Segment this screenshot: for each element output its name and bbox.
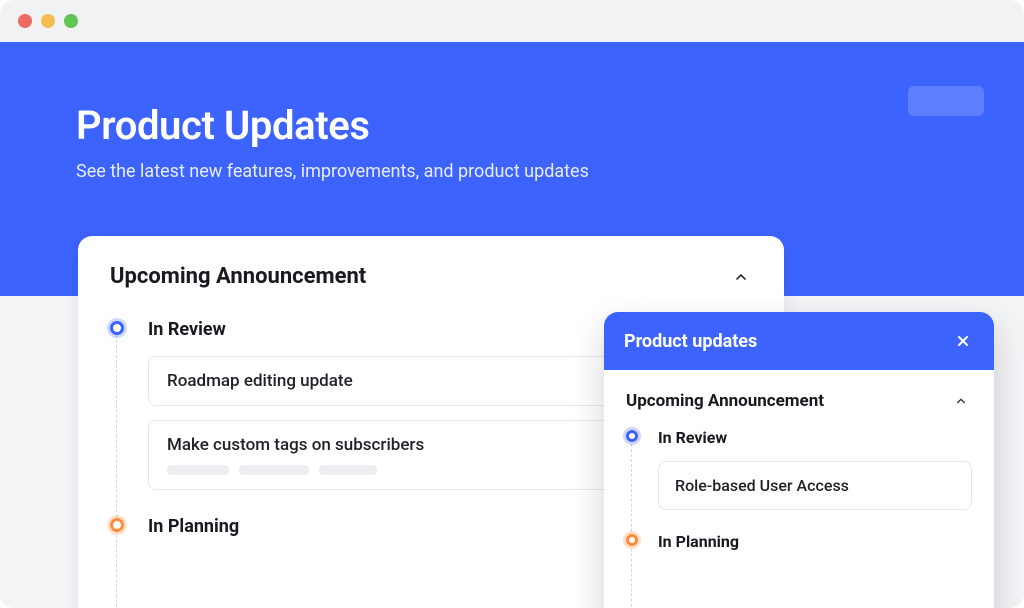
chevron-up-icon[interactable] bbox=[950, 390, 972, 412]
widget-header: Product updates bbox=[604, 312, 994, 370]
hero-action-button[interactable] bbox=[908, 86, 984, 116]
widget-section-title: Upcoming Announcement bbox=[626, 391, 824, 411]
window-minimize-icon[interactable] bbox=[41, 14, 55, 28]
window-zoom-icon[interactable] bbox=[64, 14, 78, 28]
close-icon[interactable] bbox=[952, 330, 974, 352]
page-title: Product Updates bbox=[76, 102, 948, 149]
chevron-up-icon[interactable] bbox=[730, 266, 752, 288]
widget-milestone-title: In Review bbox=[658, 428, 972, 447]
status-dot-icon bbox=[110, 518, 124, 532]
widget-section-header[interactable]: Upcoming Announcement bbox=[626, 390, 972, 412]
roadmap-item[interactable]: Role-based User Access bbox=[658, 461, 972, 510]
skeleton-bar bbox=[319, 465, 377, 475]
browser-frame: Product Updates See the latest new featu… bbox=[0, 0, 1024, 608]
updates-widget: Product updates Upcoming Announcement In… bbox=[604, 312, 994, 608]
viewport: Product Updates See the latest new featu… bbox=[0, 42, 1024, 608]
status-dot-icon bbox=[110, 321, 124, 335]
card-title: Upcoming Announcement bbox=[110, 264, 366, 289]
page-subtitle: See the latest new features, improvement… bbox=[76, 161, 948, 182]
widget-milestone-title: In Planning bbox=[658, 532, 972, 551]
widget-milestone-in-review: In Review Role-based User Access bbox=[658, 428, 972, 510]
card-header[interactable]: Upcoming Announcement bbox=[110, 264, 752, 289]
roadmap-item-title: Role-based User Access bbox=[675, 476, 955, 495]
window-titlebar bbox=[0, 0, 1024, 42]
window-close-icon[interactable] bbox=[18, 14, 32, 28]
skeleton-bar bbox=[167, 465, 229, 475]
status-dot-icon bbox=[626, 430, 638, 442]
skeleton-bar bbox=[239, 465, 309, 475]
widget-body: Upcoming Announcement In Review Role-bas… bbox=[604, 370, 994, 593]
status-dot-icon bbox=[626, 534, 638, 546]
widget-timeline: In Review Role-based User Access In Plan… bbox=[626, 428, 972, 551]
widget-milestone-in-planning: In Planning bbox=[658, 532, 972, 551]
widget-title: Product updates bbox=[624, 331, 757, 352]
